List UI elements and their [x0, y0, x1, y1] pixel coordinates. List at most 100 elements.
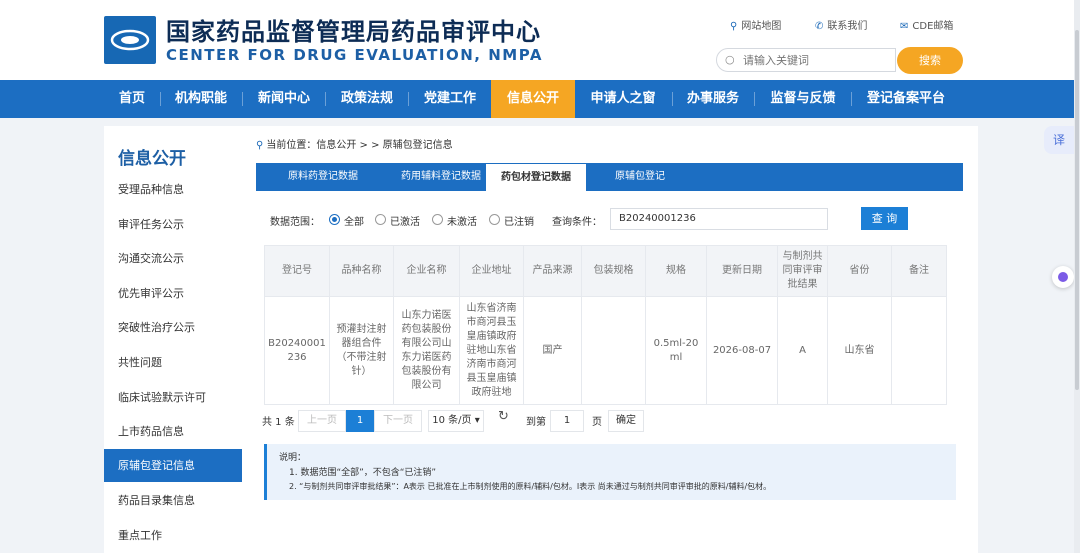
radio-inactive-label[interactable]: 未激活: [447, 213, 477, 228]
query-button[interactable]: 查 询: [861, 207, 908, 230]
nav-services[interactable]: 办事服务: [677, 80, 749, 118]
query-input[interactable]: B20240001236: [610, 208, 828, 230]
radio-all[interactable]: [329, 214, 340, 225]
col-update-date: 更新日期: [706, 245, 778, 297]
sidebar-item-api-registration[interactable]: 原辅包登记信息: [104, 449, 242, 482]
location-pin-icon: ⚲: [256, 140, 264, 151]
sidebar-item-breakthrough[interactable]: 突破性治疗公示: [104, 311, 242, 344]
sidebar-title: 信息公开: [118, 149, 186, 169]
notes-panel: 说明： 1. 数据范围“全部”，不包含“已注销” 2. “与制剂共同审评审批结果…: [264, 444, 956, 500]
location-pin-icon: ⚲: [730, 21, 738, 32]
nav-news[interactable]: 新闻中心: [248, 80, 320, 118]
site-header: 国家药品监督管理局药品审评中心 CENTER FOR DRUG EVALUATI…: [0, 0, 1080, 80]
scrollbar-thumb[interactable]: [1075, 30, 1079, 390]
sidebar-item-accepted[interactable]: 受理品种信息: [104, 173, 242, 206]
radio-inactive[interactable]: [432, 214, 443, 225]
nav-divider: [325, 92, 326, 106]
nav-functions[interactable]: 机构职能: [165, 80, 237, 118]
phone-icon: ✆: [815, 21, 824, 32]
col-product-name: 品种名称: [329, 245, 394, 297]
sidebar-item-review-tasks[interactable]: 审评任务公示: [104, 208, 242, 241]
cell-package-spec: [581, 296, 646, 405]
notes-line-2: 2. “与制剂共同审评审批结果”：A表示 已批准在上市制剂使用的原料/辅料/包材…: [289, 482, 772, 491]
query-label: 查询条件：: [552, 217, 602, 228]
tab-bar: 原料药登记数据 药用辅料登记数据 药包材登记数据 原辅包登记: [256, 163, 963, 191]
tab-excipient-data[interactable]: 药用辅料登记数据: [386, 163, 496, 191]
page-unit-label: 页: [592, 417, 602, 428]
sidebar-item-communication[interactable]: 沟通交流公示: [104, 242, 242, 275]
cell-product-name: 预灌封注射器组合件（不带注射针）: [329, 296, 394, 405]
nav-divider: [754, 92, 755, 106]
goto-label: 到第: [526, 417, 546, 428]
notes-title: 说明：: [279, 453, 307, 463]
logo-emblem-icon: [110, 29, 150, 51]
next-page-button[interactable]: 下一页: [374, 410, 422, 432]
refresh-icon[interactable]: ↻: [498, 409, 509, 424]
nav-feedback[interactable]: 监督与反馈: [760, 80, 846, 118]
prev-page-button[interactable]: 上一页: [298, 410, 346, 432]
nav-divider: [408, 92, 409, 106]
assistant-bubble-icon[interactable]: [1052, 266, 1074, 288]
page-scrollbar[interactable]: [1074, 0, 1080, 553]
cde-mail-link[interactable]: ✉ CDE邮箱: [900, 17, 953, 32]
nav-party[interactable]: 党建工作: [414, 80, 486, 118]
cell-company-name: 山东力诺医药包装股份有限公司山东力诺医药包装股份有限公司: [393, 296, 460, 405]
tab-registration[interactable]: 原辅包登记: [600, 163, 680, 191]
notes-line-1: 1. 数据范围“全部”，不包含“已注销”: [289, 468, 437, 478]
site-title-en: CENTER FOR DRUG EVALUATION, NMPA: [166, 46, 543, 64]
nav-home[interactable]: 首页: [108, 80, 156, 118]
page-size-select[interactable]: 10 条/页 ▾: [428, 410, 484, 432]
site-search-button[interactable]: 搜索: [897, 47, 963, 74]
nav-divider: [160, 92, 161, 106]
range-label: 数据范围：: [270, 217, 320, 228]
cell-review-result: A: [777, 296, 828, 405]
radio-cancelled[interactable]: [489, 214, 500, 225]
goto-page-input[interactable]: 1: [550, 410, 584, 432]
cell-product-source: 国产: [523, 296, 582, 405]
radio-all-label[interactable]: 全部: [344, 213, 364, 228]
nav-divider: [242, 92, 243, 106]
mail-icon: ✉: [900, 21, 909, 32]
goto-confirm-button[interactable]: 确定: [608, 410, 644, 432]
col-registration-no: 登记号: [264, 245, 330, 297]
main-content: ⚲ 当前位置：信息公开 > > 原辅包登记信息 原料药登记数据 药用辅料登记数据 …: [242, 126, 978, 553]
sidebar-item-catalog[interactable]: 药品目录集信息: [104, 484, 242, 517]
tab-api-data[interactable]: 原料药登记数据: [268, 163, 378, 191]
cde-logo[interactable]: [104, 16, 156, 64]
sidebar-item-clinical-trial[interactable]: 临床试验默示许可: [104, 381, 242, 414]
cell-spec: 0.5ml-20ml: [645, 296, 707, 405]
nav-info-disclosure[interactable]: 信息公开: [491, 80, 575, 118]
col-province: 省份: [827, 245, 892, 297]
translate-button[interactable]: 译: [1044, 126, 1074, 154]
search-icon: ○: [725, 53, 735, 66]
nav-applicant[interactable]: 申请人之窗: [580, 80, 666, 118]
tab-packaging-data[interactable]: 药包材登记数据: [486, 164, 586, 191]
radio-activated[interactable]: [375, 214, 386, 225]
col-company-address: 企业地址: [459, 245, 524, 297]
col-company-name: 企业名称: [393, 245, 460, 297]
sidebar-item-marketed-drugs[interactable]: 上市药品信息: [104, 415, 242, 448]
radio-cancelled-label[interactable]: 已注销: [504, 213, 534, 228]
breadcrumb: ⚲ 当前位置：信息公开 > > 原辅包登记信息: [256, 140, 453, 151]
dropdown-chevron-icon: ▾: [474, 415, 480, 426]
radio-activated-label[interactable]: 已激活: [390, 213, 420, 228]
cell-company-address: 山东省济南市商河县玉皇庙镇政府驻地山东省济南市商河县玉皇庙镇政府驻地: [459, 296, 524, 405]
sitemap-link[interactable]: ⚲ 网站地图: [730, 17, 781, 32]
contact-link[interactable]: ✆ 联系我们: [815, 17, 867, 32]
sidebar-item-key-work[interactable]: 重点工作: [104, 519, 242, 552]
cell-province: 山东省: [827, 296, 892, 405]
nav-policy[interactable]: 政策法规: [331, 80, 403, 118]
col-product-source: 产品来源: [523, 245, 582, 297]
site-search-input[interactable]: [743, 52, 893, 68]
page-1-button[interactable]: 1: [346, 410, 374, 432]
col-package-spec: 包装规格: [581, 245, 646, 297]
total-count: 共 1 条: [262, 417, 295, 428]
main-nav: 首页 机构职能 新闻中心 政策法规 党建工作 信息公开 申请人之窗 办事服务 监…: [0, 80, 1080, 118]
nav-registration-platform[interactable]: 登记备案平台: [856, 80, 956, 118]
sidebar-item-priority[interactable]: 优先审评公示: [104, 277, 242, 310]
table-row: B20240001236 预灌封注射器组合件（不带注射针） 山东力诺医药包装股份…: [264, 296, 947, 405]
sidebar-item-common-issues[interactable]: 共性问题: [104, 346, 242, 379]
cell-registration-no: B20240001236: [264, 296, 330, 405]
sidebar: 信息公开 受理品种信息 审评任务公示 沟通交流公示 优先审评公示 突破性治疗公示…: [104, 126, 242, 553]
results-table: 登记号 品种名称 企业名称 企业地址 产品来源 包装规格 规格 更新日期 与制剂…: [264, 245, 947, 405]
